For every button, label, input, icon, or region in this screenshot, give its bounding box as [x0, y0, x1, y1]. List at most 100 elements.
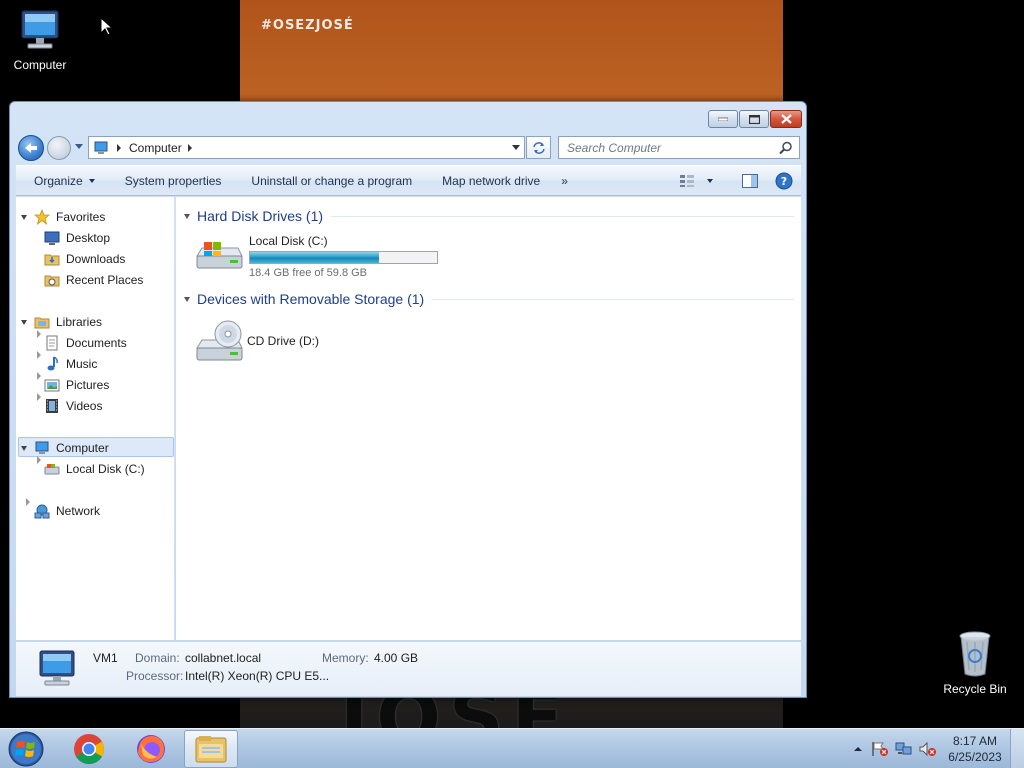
chevron-up-icon [854, 747, 862, 751]
clock-time: 8:17 AM [952, 734, 998, 748]
map-network-drive-button[interactable]: Map network drive [427, 174, 555, 188]
group-header-removable-storage[interactable]: Devices with Removable Storage (1) [184, 291, 794, 307]
action-center-button[interactable] [868, 741, 892, 757]
details-pane: VM1 Domain: collabnet.local Memory: 4.00… [16, 641, 801, 696]
search-box[interactable] [558, 136, 800, 159]
drive-free-space: 18.4 GB free of 59.8 GB [249, 267, 368, 279]
nav-item-recent-places[interactable]: Recent Places [44, 271, 143, 289]
group-header-hard-disk-drives[interactable]: Hard Disk Drives (1) [184, 208, 794, 224]
taskbar-explorer[interactable] [184, 730, 238, 768]
computer-icon [39, 650, 75, 686]
star-icon [34, 209, 50, 225]
documents-icon [44, 335, 60, 351]
nav-item-label: Desktop [66, 231, 111, 245]
expand-local-disk-icon[interactable] [37, 456, 41, 464]
breadcrumb-separator-icon[interactable] [187, 143, 192, 152]
preview-pane-button[interactable] [733, 173, 767, 188]
change-view-button[interactable] [679, 174, 719, 188]
view-options-icon [680, 174, 694, 187]
expand-documents-icon[interactable] [37, 330, 41, 338]
address-bar[interactable]: Computer [88, 136, 525, 159]
breadcrumb-separator-icon[interactable] [117, 143, 121, 152]
volume-button[interactable] [916, 741, 940, 757]
nav-favorites[interactable]: Favorites [34, 208, 105, 226]
back-button[interactable] [18, 135, 44, 161]
nav-network-label: Network [56, 504, 101, 518]
network-icon [34, 503, 50, 519]
collapse-computer-icon[interactable] [21, 446, 27, 451]
nav-item-label: Pictures [66, 378, 110, 392]
nav-item-local-disk[interactable]: Local Disk (C:) [44, 460, 145, 478]
start-button[interactable] [6, 730, 46, 768]
navigation-pane: Favorites Desktop Downloads Recent Place… [16, 197, 175, 640]
clock-date: 6/25/2023 [948, 750, 1002, 764]
music-icon [44, 356, 60, 372]
group-divider [331, 215, 794, 217]
organize-menu[interactable]: Organize [16, 174, 110, 188]
domain-value: collabnet.local [185, 651, 262, 665]
collapse-libraries-icon[interactable] [21, 320, 27, 325]
breadcrumb-computer[interactable]: Computer [129, 141, 182, 155]
nav-item-label: Local Disk (C:) [66, 462, 145, 476]
close-button[interactable] [770, 110, 802, 128]
domain-label: Domain: [135, 651, 180, 665]
memory-label: Memory: [322, 651, 369, 665]
nav-libraries[interactable]: Libraries [34, 313, 102, 331]
hard-drive-icon [196, 242, 243, 269]
minimize-icon [718, 117, 728, 121]
expand-music-icon[interactable] [37, 351, 41, 359]
computer-name: VM1 [93, 651, 118, 665]
uninstall-program-button[interactable]: Uninstall or change a program [236, 174, 427, 188]
nav-item-downloads[interactable]: Downloads [44, 250, 125, 268]
help-button[interactable]: ? [767, 172, 801, 190]
explorer-window: Computer Organize System properties Unin… [9, 101, 807, 698]
search-icon[interactable] [779, 141, 793, 155]
expand-network-icon[interactable] [26, 498, 30, 506]
computer-small-icon [94, 141, 108, 154]
volume-muted-icon [919, 741, 936, 757]
nav-network[interactable]: Network [34, 502, 100, 520]
recent-places-icon [44, 272, 60, 288]
refresh-button[interactable] [526, 136, 551, 159]
chrome-icon [74, 734, 104, 765]
videos-icon [44, 398, 60, 414]
desktop-icon-computer[interactable]: Computer [0, 8, 80, 72]
clock[interactable]: 8:17 AM 6/25/2023 [940, 733, 1010, 765]
taskbar-firefox[interactable] [124, 730, 178, 768]
firefox-icon [137, 735, 165, 763]
nav-item-music[interactable]: Music [44, 355, 97, 373]
hard-drive-small-icon [44, 461, 60, 477]
window-controls [708, 110, 802, 128]
collapse-favorites-icon[interactable] [21, 215, 27, 220]
search-input[interactable] [567, 140, 767, 155]
command-bar: Organize System properties Uninstall or … [16, 165, 801, 196]
system-tray: 8:17 AM 6/25/2023 [848, 729, 1024, 768]
network-status-button[interactable] [892, 741, 916, 757]
desktop-icon-recycle-bin[interactable]: Recycle Bin [935, 630, 1015, 696]
nav-item-documents[interactable]: Documents [44, 334, 127, 352]
nav-item-videos[interactable]: Videos [44, 397, 102, 415]
collapse-group-icon [184, 213, 190, 219]
address-dropdown-icon[interactable] [512, 145, 520, 150]
system-properties-button[interactable]: System properties [110, 174, 237, 188]
expand-pictures-icon[interactable] [37, 372, 41, 380]
content-pane: Hard Disk Drives (1) Local Disk (C:) 18.… [176, 197, 801, 640]
maximize-button[interactable] [739, 110, 769, 128]
view-controls: ? [679, 166, 801, 195]
help-icon: ? [775, 172, 793, 189]
nav-computer[interactable]: Computer [34, 439, 109, 457]
drive-cd-d[interactable]: CD Drive (D:) [194, 318, 319, 366]
recent-pages-dropdown[interactable] [75, 144, 83, 149]
network-status-icon [895, 742, 912, 755]
expand-videos-icon[interactable] [37, 393, 41, 401]
nav-item-pictures[interactable]: Pictures [44, 376, 109, 394]
show-desktop-button[interactable] [1010, 729, 1024, 768]
show-hidden-icons-button[interactable] [848, 746, 868, 752]
taskbar-chrome[interactable] [62, 730, 116, 768]
nav-item-desktop[interactable]: Desktop [44, 229, 110, 247]
more-commands-button[interactable]: » [555, 174, 583, 188]
minimize-button[interactable] [708, 110, 738, 128]
forward-button[interactable] [47, 136, 71, 160]
drive-local-disk-c[interactable]: Local Disk (C:) 18.4 GB free of 59.8 GB [194, 234, 438, 279]
wallpaper-tag-text: #OSEZJOSÉ [261, 18, 354, 33]
